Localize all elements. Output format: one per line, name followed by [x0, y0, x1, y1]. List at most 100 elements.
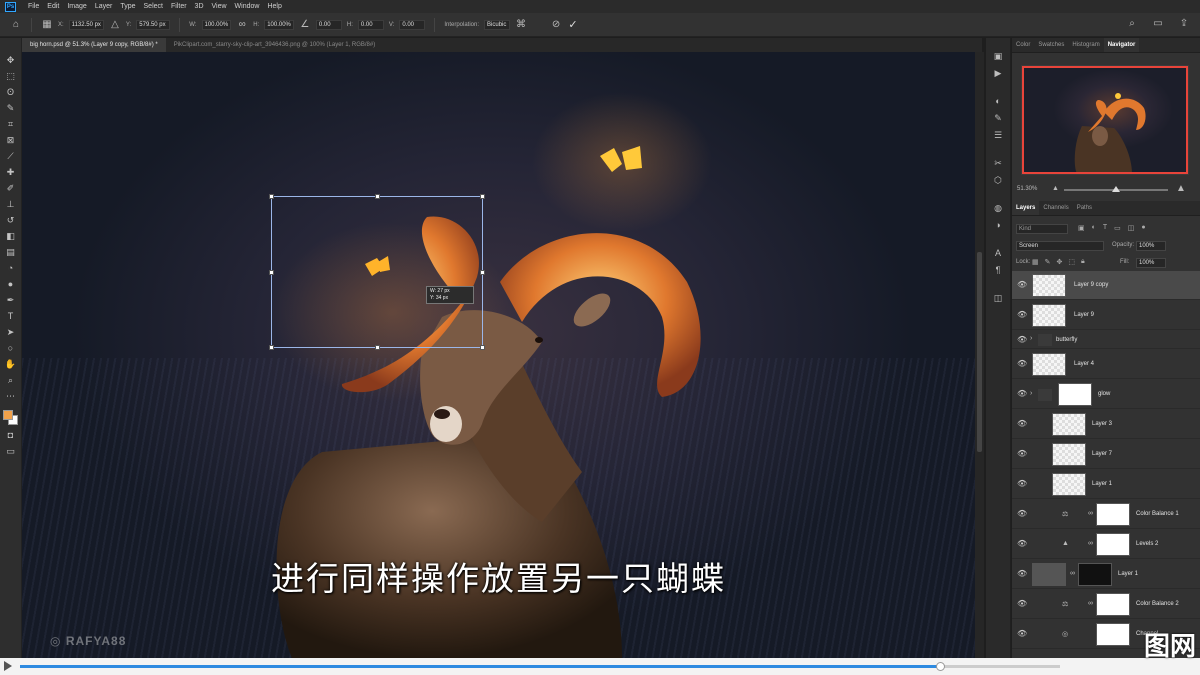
styles-icon[interactable]: ◑ [992, 219, 1004, 231]
tab-paths[interactable]: Paths [1073, 201, 1096, 215]
adjustment-filter-icon[interactable]: ◐ [1092, 224, 1096, 232]
menu-file[interactable]: File [24, 0, 43, 13]
menu-window[interactable]: Window [231, 0, 264, 13]
transform-handle-left[interactable] [269, 270, 274, 275]
tools-icon[interactable]: ✂ [992, 157, 1004, 169]
pixel-filter-icon[interactable]: ▣ [1078, 224, 1085, 232]
zoom-tool-icon[interactable]: ⌕ [4, 374, 18, 387]
shape-tool-icon[interactable]: ○ [4, 342, 18, 355]
type-filter-icon[interactable]: T [1103, 224, 1107, 232]
lasso-tool-icon[interactable]: ʘ [4, 86, 18, 99]
tab-color[interactable]: Color [1012, 38, 1034, 52]
angle-field[interactable]: 0.00 [315, 19, 342, 30]
menu-select[interactable]: Select [140, 0, 167, 13]
layer-row[interactable]: 👁︎ ⚖ ∞ Color Balance 1 [1012, 500, 1200, 529]
layer-row[interactable]: 👁︎ ▲ ∞ Levels 2 [1012, 530, 1200, 559]
transform-handle-top-left[interactable] [269, 194, 274, 199]
play-icon[interactable] [4, 661, 12, 671]
commit-transform-icon[interactable]: ✓ [567, 19, 579, 31]
layer-row[interactable]: 👁︎ › glow [1012, 380, 1200, 409]
foreground-color-swatch[interactable] [2, 410, 13, 420]
relative-position-icon[interactable]: △ [109, 19, 121, 31]
lock-position-icon[interactable]: ✥ [1057, 258, 1063, 266]
visibility-eye-icon[interactable]: 👁︎ [1017, 629, 1027, 639]
layer-row[interactable]: 👁︎ Layer 1 [1012, 470, 1200, 499]
h-skew-field[interactable]: 0.00 [357, 19, 384, 30]
expand-arrow-icon[interactable]: › [1030, 335, 1032, 342]
play-action-icon[interactable]: ▶ [992, 67, 1004, 79]
stamp-tool-icon[interactable]: ⊥ [4, 198, 18, 211]
zoom-in-icon[interactable]: ▲ [1176, 183, 1186, 194]
menu-type[interactable]: Type [116, 0, 139, 13]
color-swatches[interactable] [2, 410, 19, 426]
tab-big-horn[interactable]: big horn.psd @ 51.3% (Layer 9 copy, RGB/… [22, 38, 166, 52]
share-icon[interactable]: ⇪ [1178, 18, 1190, 30]
lock-pixels-icon[interactable]: ✎ [1045, 258, 1051, 266]
eraser-tool-icon[interactable]: ◧ [4, 230, 18, 243]
transform-handle-top[interactable] [375, 194, 380, 199]
layer-row[interactable]: 👁︎ ⚖ ∞ Color Balance 2 [1012, 590, 1200, 619]
brush-settings-icon[interactable]: ✎ [992, 112, 1004, 124]
x-position-field[interactable]: 1132.50 px [68, 19, 104, 30]
pen-tool-icon[interactable]: ✒ [4, 294, 18, 307]
interpolation-select[interactable]: Bicubic [484, 19, 511, 30]
visibility-eye-icon[interactable]: 👁︎ [1017, 359, 1027, 369]
layer-row[interactable]: 👁︎ Layer 9 copy [1012, 271, 1200, 300]
menu-layer[interactable]: Layer [91, 0, 117, 13]
brush-tool-icon[interactable]: ✐ [4, 182, 18, 195]
adjustments-icon[interactable]: ◐ [992, 95, 1004, 107]
properties-icon[interactable]: ☰ [992, 129, 1004, 141]
path-select-tool-icon[interactable]: ➤ [4, 326, 18, 339]
frame-tool-icon[interactable]: ⊠ [4, 134, 18, 147]
reference-point-icon[interactable]: ▦ [41, 19, 53, 31]
canvas-vertical-scrollbar[interactable] [975, 52, 984, 658]
visibility-eye-icon[interactable]: 👁︎ [1017, 479, 1027, 489]
layer-row[interactable]: 👁︎ Layer 9 [1012, 301, 1200, 330]
layer-filter-kind[interactable]: Kind [1016, 224, 1068, 234]
visibility-eye-icon[interactable]: 👁︎ [1017, 310, 1027, 320]
scrollbar-thumb[interactable] [977, 252, 982, 452]
hand-tool-icon[interactable]: ✋ [4, 358, 18, 371]
blend-mode-select[interactable]: Screen [1016, 241, 1104, 251]
history-brush-tool-icon[interactable]: ↺ [4, 214, 18, 227]
home-icon[interactable]: ⌂ [10, 19, 22, 31]
y-position-field[interactable]: 579.50 px [136, 19, 171, 30]
navigator-zoom-slider[interactable] [1064, 186, 1168, 192]
width-field[interactable]: 100.00% [201, 19, 232, 30]
menu-help[interactable]: Help [263, 0, 285, 13]
menu-filter[interactable]: Filter [167, 0, 191, 13]
transform-handle-bottom-left[interactable] [269, 345, 274, 350]
visibility-eye-icon[interactable]: 👁︎ [1017, 599, 1027, 609]
lock-artboard-icon[interactable]: ⬚ [1068, 258, 1075, 266]
transform-handle-bottom-right[interactable] [480, 345, 485, 350]
layer-row[interactable]: 👁︎ ∞ Layer 1 [1012, 560, 1200, 589]
healing-brush-tool-icon[interactable]: ✚ [4, 166, 18, 179]
history-icon[interactable]: ▣ [992, 50, 1004, 62]
transform-bounding-box[interactable] [269, 194, 485, 350]
layer-row[interactable]: 👁︎ Layer 7 [1012, 440, 1200, 469]
height-field[interactable]: 100.00% [264, 19, 294, 30]
blur-tool-icon[interactable]: ◔ [4, 262, 18, 275]
opacity-field[interactable]: 100% [1136, 241, 1166, 251]
zoom-out-icon[interactable]: ▲ [1052, 185, 1059, 192]
crop-tool-icon[interactable]: ⌗ [4, 118, 18, 131]
tab-histogram[interactable]: Histogram [1068, 38, 1103, 52]
layer-row[interactable]: 👁︎ Layer 4 [1012, 350, 1200, 379]
3d-icon[interactable]: ⬡ [992, 174, 1004, 186]
video-progress-knob[interactable] [936, 662, 946, 671]
more-tools-icon[interactable]: ⋯ [4, 390, 18, 403]
tab-starry-sky[interactable]: PikClipart.com_starry-sky-clip-art_39464… [166, 38, 384, 52]
menu-image[interactable]: Image [63, 0, 90, 13]
transform-handle-right[interactable] [480, 270, 485, 275]
quick-mask-icon[interactable]: ◘ [4, 429, 18, 442]
v-skew-field[interactable]: 0.00 [399, 19, 426, 30]
visibility-eye-icon[interactable]: 👁︎ [1017, 449, 1027, 459]
smart-object-filter-icon[interactable]: ◫ [1128, 224, 1135, 232]
type-tool-icon[interactable]: T [4, 310, 18, 323]
filter-toggle-icon[interactable]: ● [1141, 224, 1145, 232]
move-tool-icon[interactable]: ✥ [4, 54, 18, 67]
transform-handle-bottom[interactable] [375, 345, 380, 350]
menu-view[interactable]: View [208, 0, 231, 13]
document-canvas[interactable]: W: 27 px Y: 34 px 进行同样操作放置另一只蝴蝶 ◎ RAFYA8… [22, 52, 975, 658]
lock-all-icon[interactable]: 🔒︎ [1081, 258, 1085, 266]
